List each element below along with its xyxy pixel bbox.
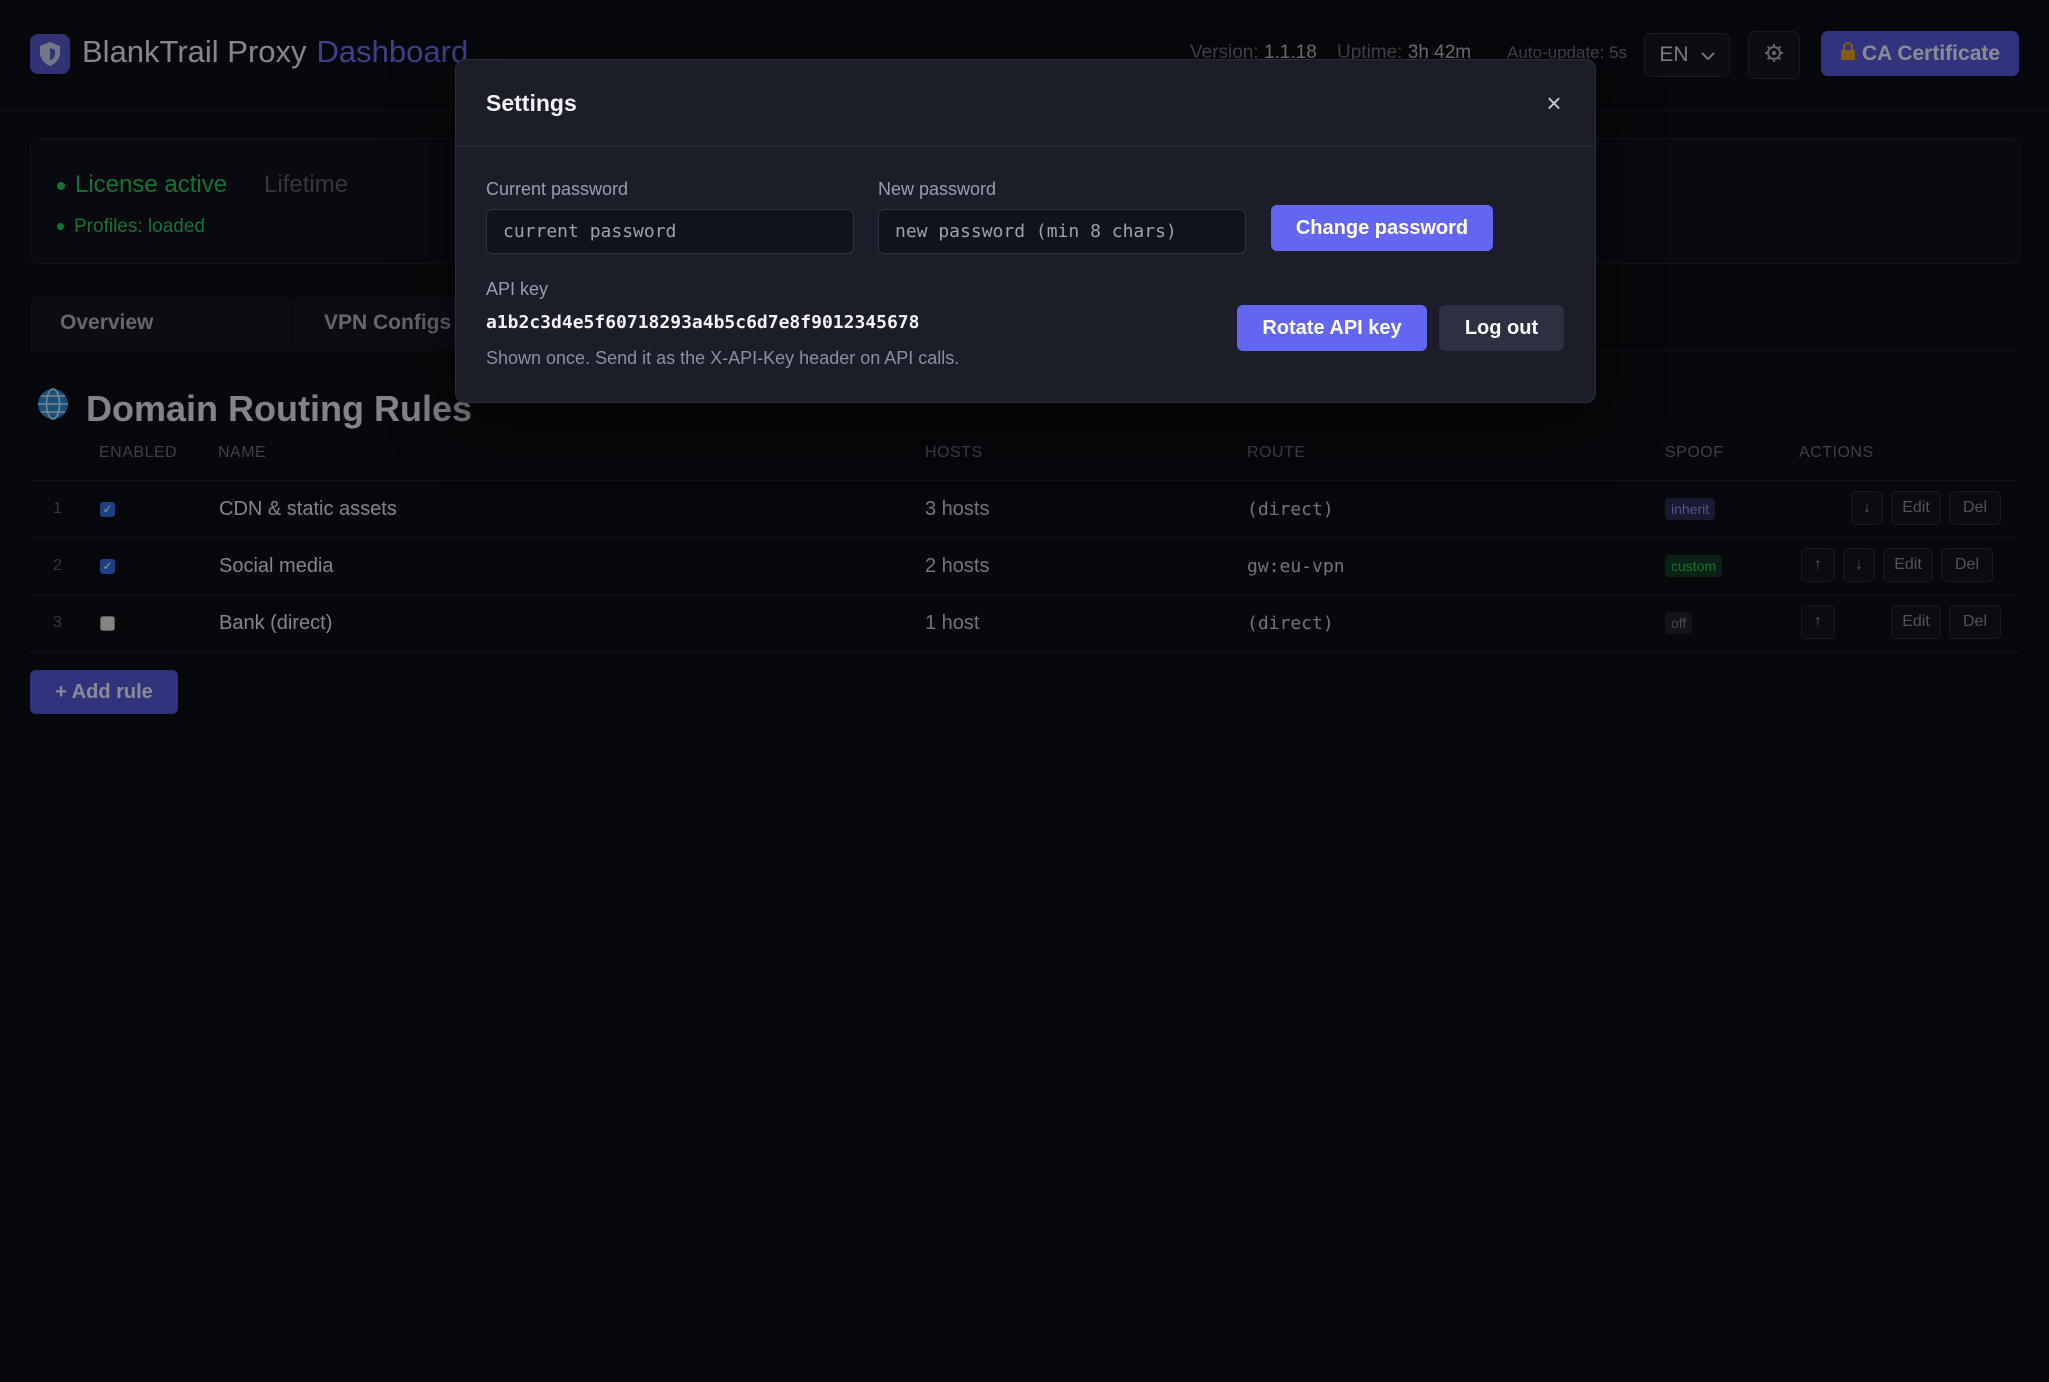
settings-modal: Settings × Current password New password… [455,59,1596,403]
modal-header: Settings × [456,60,1595,147]
current-password-label: Current password [486,179,629,199]
api-key-value: a1b2c3d4e5f60718293a4b5c6d7e8f9012345678 [486,312,920,333]
new-password-label: New password [878,179,997,199]
modal-title: Settings [486,90,577,116]
api-key-hint: Shown once. Send it as the X-API-Key hea… [486,348,960,368]
change-password-button[interactable]: Change password [1271,205,1493,251]
close-icon[interactable]: × [1536,88,1572,118]
api-key-label: API key [486,279,549,299]
rotate-api-key-button[interactable]: Rotate API key [1237,305,1427,351]
current-password-input[interactable] [486,209,854,254]
new-password-input[interactable] [878,209,1246,254]
logout-button[interactable]: Log out [1439,305,1564,351]
